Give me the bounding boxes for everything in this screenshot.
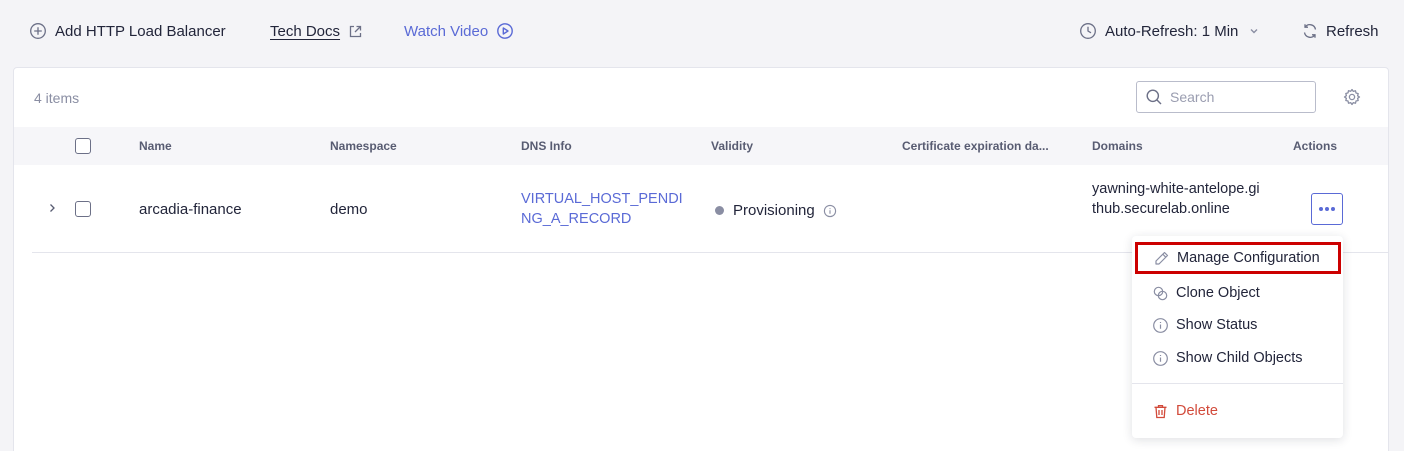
- menu-item-label: Show Status: [1176, 317, 1258, 333]
- chevron-down-icon: [1248, 25, 1260, 37]
- column-header-namespace[interactable]: Namespace: [330, 139, 397, 153]
- top-toolbar: Add HTTP Load Balancer Tech Docs Watch V…: [0, 0, 1404, 62]
- menu-item-label: Show Child Objects: [1176, 350, 1303, 366]
- add-http-load-balancer-button[interactable]: Add HTTP Load Balancer: [29, 20, 226, 42]
- watch-video-label: Watch Video: [404, 22, 489, 40]
- info-icon[interactable]: [823, 204, 837, 218]
- row-dns-info-link[interactable]: VIRTUAL_HOST_PENDING_A_RECORD: [521, 189, 691, 229]
- menu-item-label: Manage Configuration: [1177, 250, 1320, 266]
- row-name: arcadia-finance: [139, 201, 242, 218]
- menu-item-manage-configuration[interactable]: Manage Configuration: [1135, 242, 1341, 274]
- info-icon: [1152, 317, 1169, 334]
- menu-item-label: Clone Object: [1176, 285, 1260, 301]
- refresh-icon: [1301, 22, 1319, 40]
- clone-icon: [1152, 285, 1169, 302]
- column-header-actions: Actions: [1293, 139, 1338, 153]
- menu-divider: [1132, 383, 1343, 384]
- trash-icon: [1152, 403, 1169, 420]
- status-dot: [715, 206, 724, 215]
- pencil-icon: [1153, 250, 1170, 267]
- tech-docs-link[interactable]: Tech Docs: [270, 20, 363, 42]
- row-validity: Provisioning: [715, 202, 837, 219]
- gear-icon: [1342, 87, 1362, 107]
- more-horizontal-icon: [1318, 206, 1336, 212]
- column-header-name[interactable]: Name: [139, 139, 172, 153]
- menu-item-show-status[interactable]: Show Status: [1132, 309, 1343, 341]
- select-all-checkbox[interactable]: [75, 138, 91, 154]
- watch-video-link[interactable]: Watch Video: [404, 20, 514, 42]
- column-header-dns-info[interactable]: DNS Info: [521, 139, 572, 153]
- auto-refresh-select[interactable]: Auto-Refresh: 1 Min: [1079, 20, 1260, 42]
- column-header-certificate-expiration[interactable]: Certificate expiration da...: [902, 139, 1072, 153]
- item-count: 4 items: [34, 90, 80, 106]
- row-namespace: demo: [330, 201, 368, 218]
- table-header: Name Namespace DNS Info Validity Certifi…: [14, 127, 1388, 165]
- external-link-icon: [348, 24, 363, 39]
- refresh-button[interactable]: Refresh: [1301, 20, 1379, 42]
- menu-item-clone-object[interactable]: Clone Object: [1132, 277, 1343, 309]
- clock-icon: [1079, 22, 1097, 40]
- row-validity-label: Provisioning: [733, 202, 815, 219]
- tech-docs-label: Tech Docs: [270, 22, 341, 40]
- column-header-validity[interactable]: Validity: [711, 139, 753, 153]
- row-actions-menu: Manage Configuration Clone Object Show S…: [1132, 236, 1343, 438]
- auto-refresh-label: Auto-Refresh: 1 Min: [1105, 22, 1239, 40]
- add-http-load-balancer-label: Add HTTP Load Balancer: [55, 22, 226, 40]
- search-box[interactable]: [1136, 81, 1316, 113]
- plus-circle-icon: [29, 22, 47, 40]
- refresh-label: Refresh: [1326, 22, 1379, 40]
- row-domains: yawning-white-antelope.github.securelab.…: [1092, 181, 1260, 217]
- table-settings-button[interactable]: [1342, 87, 1362, 107]
- info-icon: [1152, 350, 1169, 367]
- row-actions-button[interactable]: [1311, 193, 1343, 225]
- search-input[interactable]: [1170, 89, 1310, 105]
- search-icon: [1145, 88, 1163, 106]
- play-circle-icon: [496, 22, 514, 40]
- menu-item-delete[interactable]: Delete: [1132, 395, 1343, 427]
- menu-item-label: Delete: [1176, 403, 1218, 419]
- menu-item-show-child-objects[interactable]: Show Child Objects: [1132, 342, 1343, 374]
- row-checkbox[interactable]: [75, 201, 91, 217]
- chevron-right-icon[interactable]: [46, 202, 58, 214]
- column-header-domains[interactable]: Domains: [1092, 139, 1143, 153]
